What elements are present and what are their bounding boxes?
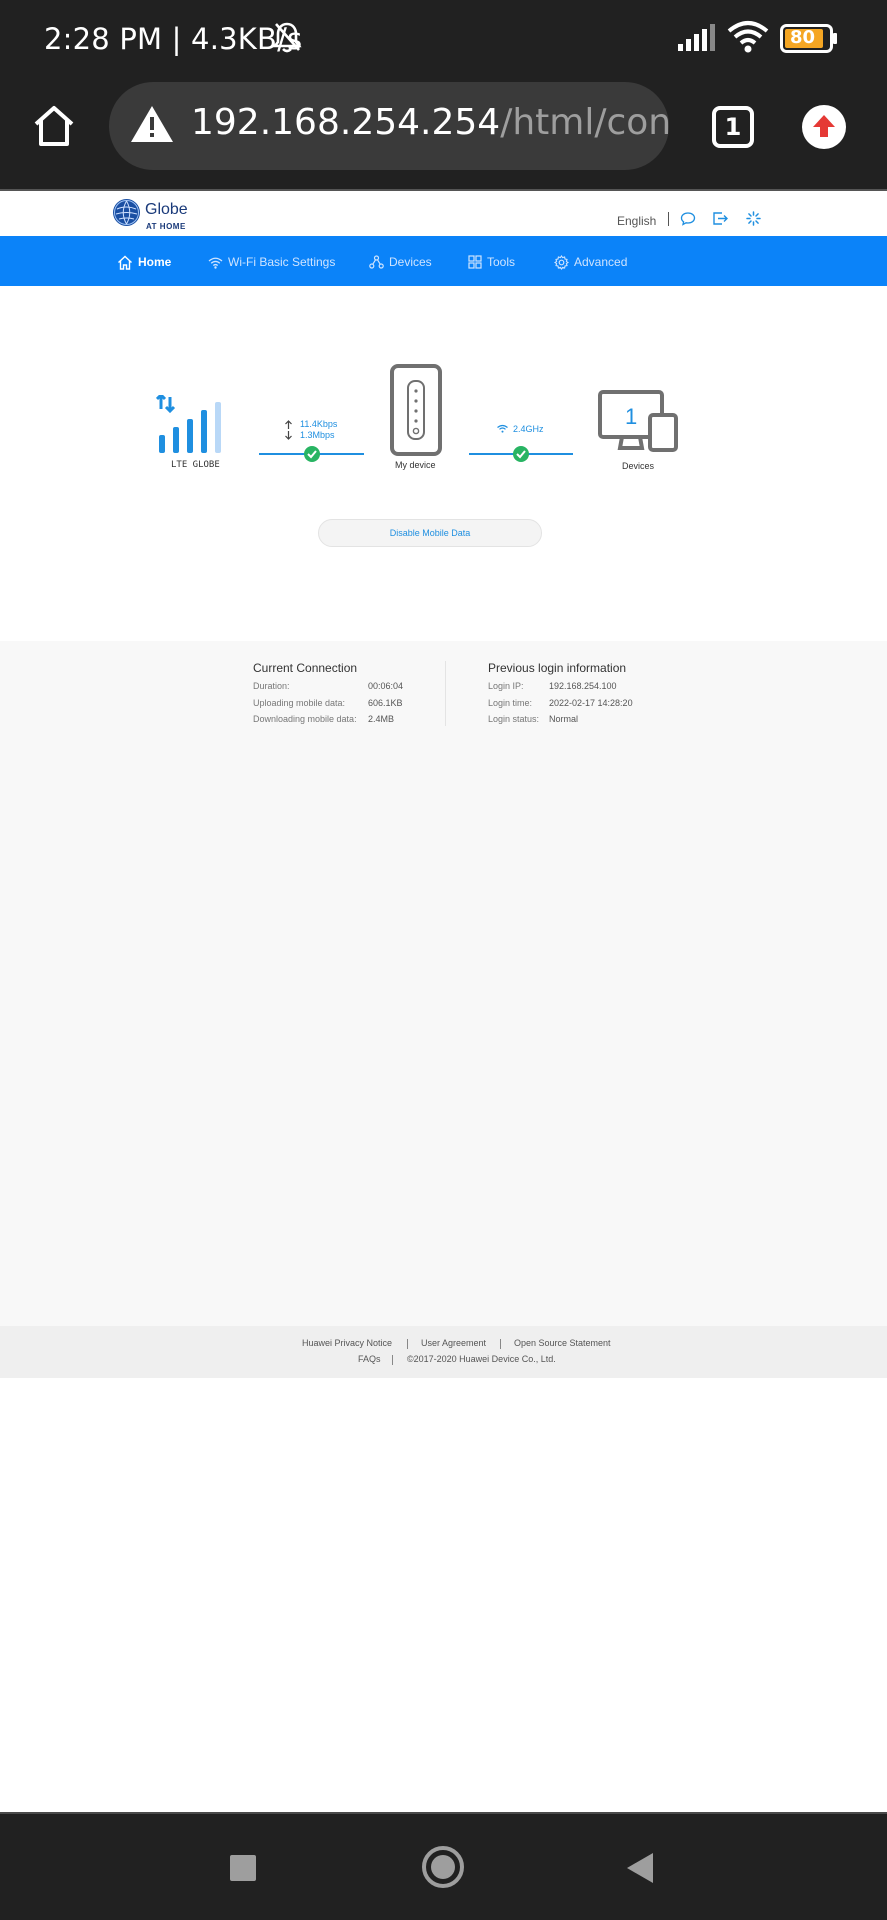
- faqs-link[interactable]: FAQs: [358, 1354, 381, 1364]
- lan-ok-icon: [513, 446, 529, 462]
- browser-update-button[interactable]: [802, 105, 846, 149]
- not-secure-warning-icon[interactable]: [130, 104, 174, 144]
- url-path: /html/conte: [500, 102, 669, 143]
- footer-divider: [392, 1355, 393, 1365]
- devices-icon: [369, 255, 384, 269]
- recents-icon[interactable]: [229, 1854, 257, 1882]
- login-time-value: 2022-02-17 14:28:20: [549, 698, 633, 708]
- wifi-band-icon: [497, 424, 508, 433]
- main-nav: Home Wi-Fi Basic Settings Devices Tools …: [0, 236, 887, 286]
- address-bar[interactable]: 192.168.254.254/html/conte: [109, 82, 669, 170]
- footer-divider: [500, 1339, 501, 1349]
- page-blank-area: [0, 1378, 887, 1813]
- upload-rate: 11.4Kbps: [300, 419, 338, 429]
- battery-icon: 80: [780, 24, 838, 59]
- devices-monitor-icon: [598, 390, 678, 452]
- login-ip-value: 192.168.254.100: [549, 681, 617, 691]
- upload-arrow-icon: [285, 420, 292, 429]
- browser-toolbar: 192.168.254.254/html/conte 1: [0, 80, 887, 190]
- devices-node[interactable]: 1: [598, 390, 680, 452]
- nav-devices[interactable]: Devices: [369, 252, 432, 272]
- logo-name: Globe: [145, 201, 188, 218]
- download-rate: 1.3Mbps: [300, 430, 335, 440]
- nav-home-label: Home: [138, 255, 172, 269]
- wan-ok-icon: [304, 446, 320, 462]
- network-topology: LTE GLOBE 11.4Kbps 1.3Mbps My device 2.4…: [0, 286, 887, 641]
- tools-icon: [468, 255, 482, 269]
- url-text[interactable]: 192.168.254.254/html/conte: [191, 102, 669, 143]
- wifi-icon: [208, 257, 223, 269]
- current-connection-title: Current Connection: [253, 661, 358, 675]
- info-key: Downloading mobile data:: [253, 714, 357, 724]
- nav-tools[interactable]: Tools: [468, 252, 515, 272]
- nav-advanced[interactable]: Advanced: [554, 252, 627, 272]
- lte-signal-icon: [156, 395, 221, 453]
- info-key: Login status:: [488, 714, 540, 724]
- home-nav-icon[interactable]: [421, 1845, 465, 1889]
- nav-wifi-settings[interactable]: Wi-Fi Basic Settings: [208, 252, 335, 272]
- message-icon[interactable]: [680, 211, 696, 226]
- open-source-link[interactable]: Open Source Statement: [514, 1338, 611, 1348]
- info-key: Duration:: [253, 681, 290, 691]
- header-divider: [668, 212, 669, 226]
- info-key: Login time:: [488, 698, 533, 708]
- browser-home-icon[interactable]: [30, 102, 78, 150]
- copyright-text: ©2017-2020 Huawei Device Co., Ltd.: [407, 1354, 556, 1364]
- nav-home[interactable]: Home: [117, 252, 171, 272]
- globe-logo-icon: [113, 199, 140, 226]
- battery-level: 80: [790, 27, 816, 48]
- previous-login-title: Previous login information: [488, 661, 627, 675]
- language-select[interactable]: English: [617, 214, 656, 228]
- app-root: 2:28 PM | 4.3KB/s 80 192.168.254.254/htm…: [0, 0, 887, 1920]
- cell-signal-icon: [678, 24, 715, 51]
- arrow-up-icon: [813, 115, 835, 137]
- gear-icon: [554, 254, 569, 270]
- download-data-value: 2.4MB: [368, 714, 395, 724]
- logout-icon[interactable]: [712, 211, 729, 226]
- privacy-notice-link[interactable]: Huawei Privacy Notice: [302, 1338, 392, 1348]
- status-time-speed: 2:28 PM | 4.3KB/s: [44, 22, 303, 56]
- nav-tools-label: Tools: [487, 255, 516, 269]
- nav-advanced-label: Advanced: [574, 255, 628, 269]
- footer-divider: [407, 1339, 408, 1349]
- tab-switcher-button[interactable]: 1: [712, 106, 754, 148]
- back-icon[interactable]: [625, 1852, 655, 1884]
- url-host: 192.168.254.254: [191, 102, 501, 143]
- bell-muted-icon: [272, 22, 302, 53]
- info-key: Login IP:: [488, 681, 524, 691]
- devices-label: Devices: [622, 461, 655, 471]
- download-arrow-icon: [285, 431, 292, 440]
- network-label: LTE GLOBE: [171, 460, 220, 470]
- login-status-value: Normal: [549, 714, 579, 724]
- page-header: Globe AT HOME English: [0, 191, 887, 236]
- router-icon: [390, 364, 442, 456]
- duration-value: 00:06:04: [368, 681, 404, 691]
- disable-mobile-data-button[interactable]: Disable Mobile Data: [318, 519, 542, 547]
- info-area: Current Connection Duration: 00:06:04 Up…: [0, 641, 887, 1326]
- my-device-label: My device: [395, 460, 436, 470]
- nav-wifi-settings-label: Wi-Fi Basic Settings: [228, 255, 336, 269]
- devices-count: 1: [625, 404, 638, 429]
- page-footer: Huawei Privacy Notice User Agreement Ope…: [0, 1326, 887, 1378]
- user-agreement-link[interactable]: User Agreement: [421, 1338, 486, 1348]
- info-divider: [445, 661, 446, 726]
- loading-icon: [746, 211, 761, 226]
- nav-devices-label: Devices: [389, 255, 432, 269]
- wifi-status-icon: [727, 21, 769, 53]
- home-icon: [118, 255, 132, 270]
- logo-sub: AT HOME: [146, 222, 186, 231]
- upload-data-value: 606.1KB: [368, 698, 403, 708]
- info-key: Uploading mobile data:: [253, 698, 346, 708]
- system-nav-bar: [0, 1814, 887, 1920]
- status-bar: 2:28 PM | 4.3KB/s 80: [0, 0, 887, 80]
- wifi-band: 2.4GHz: [513, 424, 544, 434]
